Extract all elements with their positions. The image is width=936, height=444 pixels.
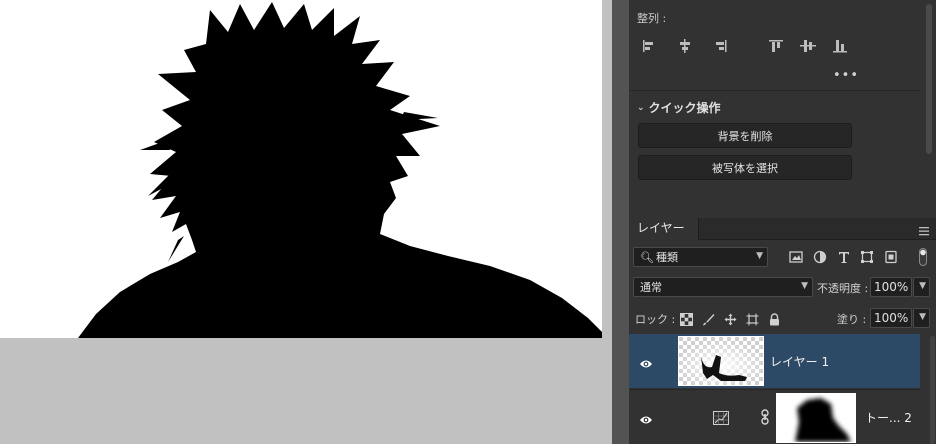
remove-background-button[interactable]: 背景を削除 xyxy=(638,123,852,148)
lock-all-icon[interactable] xyxy=(768,311,781,326)
lock-image-pixels-icon[interactable] xyxy=(702,311,715,326)
select-subject-button[interactable]: 被写体を選択 xyxy=(638,155,852,180)
opacity-label: 不透明度 : xyxy=(817,282,869,295)
quick-actions-title: クイック操作 xyxy=(648,101,721,115)
search-icon: 🔍︎ xyxy=(640,250,654,264)
lock-label: ロック : xyxy=(635,313,676,326)
layer-filter-value: 種類 xyxy=(655,251,678,264)
fill-label: 塗り : xyxy=(837,313,867,326)
quick-actions-header[interactable]: ⌄ クイック操作 xyxy=(637,99,721,116)
right-panel: 整列 : ••• ⌄ クイック操作 背景を削除 被写体を選択 レイヤー 🔍︎ 種… xyxy=(612,0,936,444)
visibility-eye-icon[interactable] xyxy=(639,355,653,368)
properties-and-layers-panel: 整列 : ••• ⌄ クイック操作 背景を削除 被写体を選択 レイヤー 🔍︎ 種… xyxy=(629,0,936,444)
more-options-button[interactable]: ••• xyxy=(833,68,859,83)
silhouette-image xyxy=(0,0,602,338)
layer-thumbnail[interactable] xyxy=(678,336,764,386)
align-left-icon[interactable] xyxy=(641,38,659,54)
align-toolbar xyxy=(641,38,866,54)
chevron-down-icon: ▼ xyxy=(756,251,763,261)
fill-input[interactable]: 100% xyxy=(870,308,912,328)
chevron-down-icon: ▼ xyxy=(919,312,926,322)
layer-name[interactable]: トー... 2 xyxy=(865,409,912,426)
tab-layers[interactable]: レイヤー xyxy=(629,218,699,240)
layers-scrollbar[interactable] xyxy=(930,336,935,444)
filter-smart-object-icon[interactable] xyxy=(884,250,898,264)
filter-shape-layers-icon[interactable] xyxy=(860,250,874,264)
layers-tabbar: レイヤー xyxy=(629,218,936,240)
visibility-eye-icon[interactable] xyxy=(639,411,653,424)
blend-mode-select[interactable]: 通常 ▼ xyxy=(633,277,813,297)
align-right-icon[interactable] xyxy=(711,38,729,54)
document-canvas[interactable] xyxy=(0,0,602,338)
chevron-down-icon: ⌄ xyxy=(637,102,645,113)
opacity-input[interactable]: 100% xyxy=(870,277,912,297)
layer-row[interactable]: レイヤー 1 xyxy=(629,334,920,388)
chevron-down-icon: ▼ xyxy=(919,281,926,291)
blend-mode-value: 通常 xyxy=(640,281,662,294)
layer-filter-select[interactable]: 🔍︎ 種類 ▼ xyxy=(633,247,768,267)
chevron-down-icon: ▼ xyxy=(801,281,808,291)
align-bottom-icon[interactable] xyxy=(831,38,849,54)
properties-scrollbar[interactable] xyxy=(926,4,932,154)
filter-toggle-switch[interactable] xyxy=(919,248,927,266)
filter-adjustment-layers-icon[interactable] xyxy=(813,250,827,264)
layer-thumbnail-image xyxy=(679,337,763,385)
opacity-dropdown[interactable]: ▼ xyxy=(913,277,930,297)
align-top-icon[interactable] xyxy=(767,38,785,54)
filter-pixel-layers-icon[interactable] xyxy=(789,250,803,264)
layer-name[interactable]: レイヤー 1 xyxy=(770,353,829,370)
adjustment-layer-icon[interactable] xyxy=(713,410,729,425)
align-vertical-center-icon[interactable] xyxy=(799,38,817,54)
canvas-area[interactable] xyxy=(0,0,612,444)
section-divider xyxy=(629,90,920,91)
layer-mask-image xyxy=(777,394,855,442)
layer-row[interactable]: トー... 2 xyxy=(629,389,920,444)
fill-dropdown[interactable]: ▼ xyxy=(913,308,930,328)
lock-artboard-icon[interactable] xyxy=(746,311,759,326)
align-horizontal-center-icon[interactable] xyxy=(676,38,694,54)
lock-transparent-pixels-icon[interactable] xyxy=(680,311,693,326)
align-label: 整列 : xyxy=(637,12,667,25)
mask-link-icon[interactable] xyxy=(760,409,770,425)
layer-mask-thumbnail[interactable] xyxy=(776,393,856,443)
lock-position-icon[interactable] xyxy=(724,311,737,326)
panel-menu-icon[interactable] xyxy=(918,222,930,236)
filter-type-layers-icon[interactable] xyxy=(837,250,851,264)
